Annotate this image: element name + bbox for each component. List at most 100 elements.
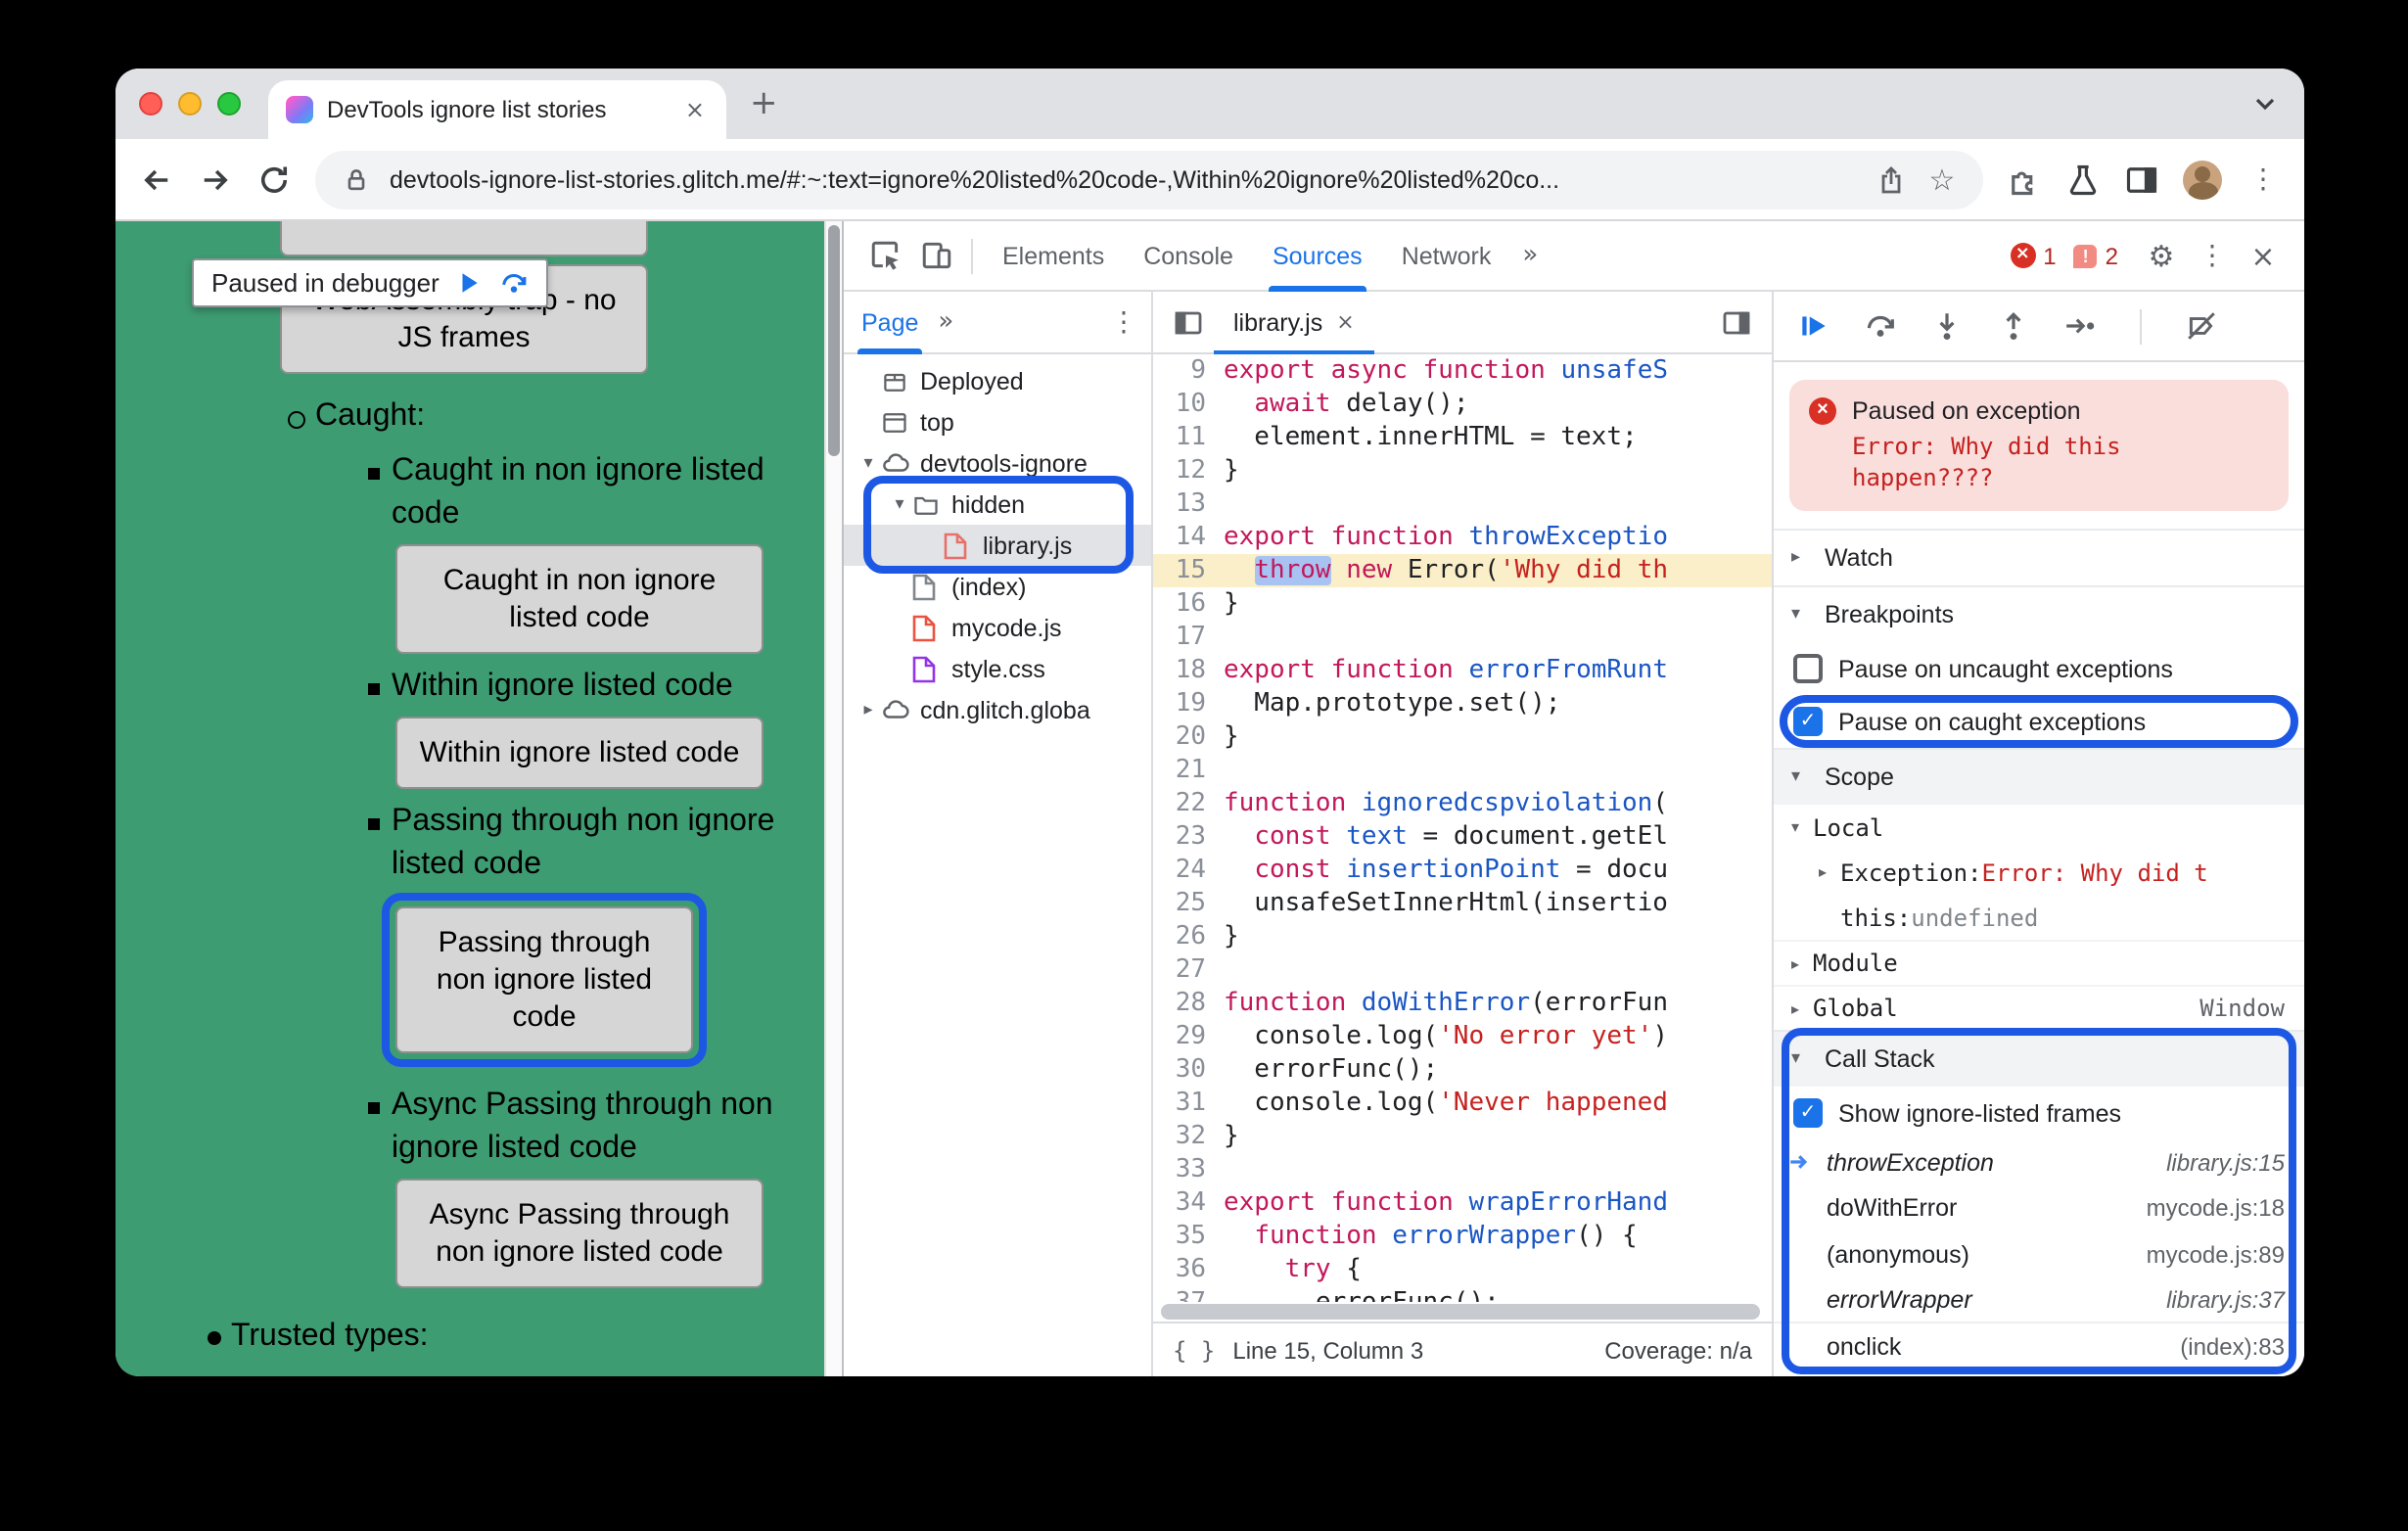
code-line[interactable]: 28 function doWithError(errorFun	[1153, 987, 1772, 1020]
code-line[interactable]: 25 unsafeSetInnerHtml(insertio	[1153, 887, 1772, 920]
line-number[interactable]: 12	[1153, 454, 1224, 487]
breakpoint-checkbox[interactable]	[1793, 654, 1823, 683]
scope-expand-icon[interactable]: ▾	[1791, 818, 1813, 836]
line-number[interactable]: 28	[1153, 987, 1224, 1020]
line-number[interactable]: 23	[1153, 820, 1224, 854]
call-stack-collapse-icon[interactable]: ▾	[1791, 1049, 1813, 1069]
navigator-more-tabs-icon[interactable]: »	[938, 307, 953, 337]
error-count-badge[interactable]: × 1	[2010, 242, 2057, 269]
code-line[interactable]: 13	[1153, 487, 1772, 521]
call-stack-frame[interactable]: throwException library.js:15	[1774, 1139, 2304, 1185]
call-stack-frame[interactable]: onclick (index):83	[1774, 1323, 2304, 1369]
call-stack-frame[interactable]: doWithError mycode.js:18	[1774, 1185, 2304, 1231]
code-line[interactable]: 19 Map.prototype.set();	[1153, 687, 1772, 720]
code-line[interactable]: 9 export async function unsafeS	[1153, 354, 1772, 388]
scope-expand-icon[interactable]: ▸	[1819, 863, 1840, 881]
line-number[interactable]: 11	[1153, 421, 1224, 454]
editor-tab-close-icon[interactable]: ×	[1336, 309, 1354, 335]
code-line[interactable]: 24 const insertionPoint = docu	[1153, 854, 1772, 887]
code-line[interactable]: 20}	[1153, 720, 1772, 754]
more-panels-icon[interactable]: »	[1510, 220, 1550, 291]
line-number[interactable]: 32	[1153, 1120, 1224, 1153]
line-number[interactable]: 26	[1153, 920, 1224, 953]
tree-expand-icon[interactable]: ▾	[856, 453, 881, 473]
line-number[interactable]: 17	[1153, 621, 1224, 654]
editor-tab-library-js[interactable]: library.js ×	[1214, 291, 1374, 353]
page-button[interactable]: Async Passing through non ignore listed …	[395, 1179, 764, 1288]
devtools-close-icon[interactable]: ×	[2238, 230, 2289, 281]
line-number[interactable]: 29	[1153, 1020, 1224, 1053]
issue-count-badge[interactable]: ! 2	[2073, 242, 2118, 269]
inspect-element-icon[interactable]	[859, 230, 910, 281]
breakpoints-collapse-icon[interactable]: ▾	[1791, 605, 1813, 625]
partial-top-button[interactable]	[280, 221, 648, 256]
step-into-icon[interactable]	[1930, 309, 1964, 343]
reload-icon[interactable]	[256, 162, 292, 197]
flask-icon[interactable]	[2065, 162, 2101, 197]
line-number[interactable]: 15	[1153, 554, 1224, 587]
code-line[interactable]: 21	[1153, 754, 1772, 787]
page-button[interactable]: Passing through non ignore listed code	[395, 906, 693, 1053]
editor-hscrollbar-thumb[interactable]	[1161, 1304, 1760, 1320]
close-window-button[interactable]	[139, 92, 162, 116]
code-line[interactable]: 17	[1153, 621, 1772, 654]
line-number[interactable]: 14	[1153, 521, 1224, 554]
page-scrollbar-thumb[interactable]	[828, 225, 840, 456]
editor-horizontal-scrollbar[interactable]	[1153, 1302, 1772, 1322]
browser-menu-kebab-icon[interactable]: ⋮	[2246, 162, 2281, 197]
toggle-debugger-panel-icon[interactable]	[1711, 297, 1762, 348]
profile-avatar[interactable]	[2183, 160, 2222, 199]
line-number[interactable]: 13	[1153, 487, 1224, 521]
tab-network[interactable]: Network	[1382, 220, 1511, 291]
line-number[interactable]: 34	[1153, 1186, 1224, 1220]
share-icon[interactable]	[1874, 162, 1909, 197]
scope-expand-icon[interactable]: ▸	[1791, 999, 1813, 1017]
page-button[interactable]: Within ignore listed code	[395, 717, 764, 789]
step-out-icon[interactable]	[1997, 309, 2030, 343]
tab-page[interactable]: Page	[857, 291, 923, 353]
line-number[interactable]: 27	[1153, 953, 1224, 987]
line-number[interactable]: 20	[1153, 720, 1224, 754]
code-line[interactable]: 36 try {	[1153, 1253, 1772, 1286]
code-line[interactable]: 31 console.log('Never happened	[1153, 1087, 1772, 1120]
minimize-window-button[interactable]	[178, 92, 202, 116]
line-number[interactable]: 33	[1153, 1153, 1224, 1186]
line-number[interactable]: 31	[1153, 1087, 1224, 1120]
tab-elements[interactable]: Elements	[983, 220, 1124, 291]
settings-gear-icon[interactable]: ⚙	[2136, 230, 2187, 281]
code-editor[interactable]: 9 export async function unsafeS 10 await d…	[1153, 354, 1772, 1302]
code-line[interactable]: 11 element.innerHTML = text;	[1153, 421, 1772, 454]
scope-entry[interactable]: this: undefined	[1774, 895, 2304, 940]
code-line[interactable]: 15 throw new Error('Why did th	[1153, 554, 1772, 587]
code-line[interactable]: 27	[1153, 953, 1772, 987]
step-over-icon[interactable]	[1864, 309, 1897, 343]
code-line[interactable]: 34 export function wrapErrorHand	[1153, 1186, 1772, 1220]
code-line[interactable]: 37 errorFunc();	[1153, 1286, 1772, 1302]
line-number[interactable]: 37	[1153, 1286, 1224, 1302]
code-line[interactable]: 14 export function throwExceptio	[1153, 521, 1772, 554]
show-ignore-listed-frames-checkbox[interactable]: ✓	[1793, 1098, 1823, 1128]
toggle-navigator-panel-icon[interactable]	[1163, 297, 1214, 348]
line-number[interactable]: 21	[1153, 754, 1224, 787]
file-tree-item[interactable]: mycode.js	[844, 607, 1151, 648]
side-panel-icon[interactable]	[2124, 162, 2159, 197]
page-button[interactable]: Caught in non ignore listed code	[395, 544, 764, 654]
deactivate-breakpoints-icon[interactable]	[2185, 309, 2218, 343]
page-scrollbar[interactable]	[824, 221, 842, 1376]
line-number[interactable]: 36	[1153, 1253, 1224, 1286]
file-tree-item[interactable]: ▸ cdn.glitch.globa	[844, 689, 1151, 730]
call-stack-section-header[interactable]: ▾ Call Stack	[1774, 1030, 2304, 1087]
new-tab-button[interactable]: +	[750, 84, 778, 123]
code-line[interactable]: 33	[1153, 1153, 1772, 1186]
line-number[interactable]: 18	[1153, 654, 1224, 687]
scope-collapse-icon[interactable]: ▾	[1791, 767, 1813, 787]
overlay-step-over-icon[interactable]	[500, 268, 530, 298]
line-number[interactable]: 35	[1153, 1220, 1224, 1253]
tab-console[interactable]: Console	[1124, 220, 1253, 291]
resume-script-icon[interactable]	[1797, 309, 1830, 343]
code-line[interactable]: 18 export function errorFromRunt	[1153, 654, 1772, 687]
code-line[interactable]: 35 function errorWrapper() {	[1153, 1220, 1772, 1253]
file-tree-item[interactable]: top	[844, 401, 1151, 442]
code-line[interactable]: 29 console.log('No error yet')	[1153, 1020, 1772, 1053]
scope-entry[interactable]: ▸ Module	[1774, 940, 2304, 985]
